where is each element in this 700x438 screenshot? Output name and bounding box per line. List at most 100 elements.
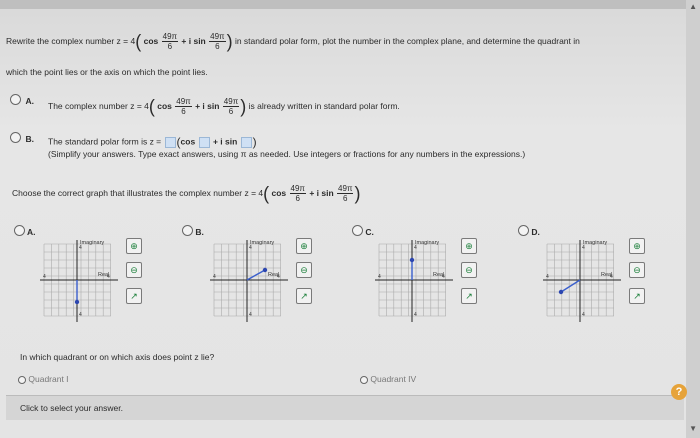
complex-plane-svg: 4 444ImaginaryReal — [40, 240, 118, 322]
option-a-radio[interactable] — [10, 94, 21, 106]
z-point — [409, 257, 415, 263]
paren-open: ( — [148, 96, 155, 117]
question-line-1: Rewrite the complex number z = 4( cos 49… — [6, 32, 580, 51]
tick-label: 4 — [79, 312, 82, 318]
imaginary-axis-label: Imaginary — [583, 240, 607, 246]
quadrant-option-b[interactable]: Quadrant IV — [360, 374, 416, 384]
paren-open: ( — [263, 183, 270, 204]
z-point — [558, 289, 564, 295]
sin-angle-input[interactable] — [240, 136, 252, 148]
paren-open: ( — [135, 31, 142, 52]
graph-question: Choose the correct graph that illustrate… — [12, 184, 360, 203]
scroll-down-icon[interactable]: ▼ — [689, 424, 697, 433]
graph-option-radio[interactable] — [14, 225, 25, 237]
open-new-window-icon[interactable]: ↗ — [629, 288, 645, 304]
tick-label: 4 — [582, 312, 585, 318]
option-b-radio[interactable] — [10, 132, 21, 144]
sin-label: + i sin — [181, 35, 206, 46]
option-a-prefix: The complex number z = 4 — [48, 100, 149, 111]
quadrant-option-a[interactable]: Quadrant I — [18, 374, 69, 384]
quadrant-b-radio[interactable] — [360, 375, 368, 384]
answer-prompt: Click to select your answer. — [20, 403, 123, 413]
tick-label: 4 — [213, 274, 216, 280]
zoom-out-icon[interactable]: ⊖ — [296, 262, 312, 278]
paren-close: ) — [226, 31, 233, 52]
option-b-letter: B. — [25, 134, 34, 144]
cos-label: cos — [143, 35, 159, 46]
graph-option-radio-group[interactable]: A. — [14, 222, 36, 240]
complex-plane-svg: 4 444ImaginaryReal — [210, 240, 288, 322]
modulus-input[interactable] — [164, 136, 176, 148]
angle-fraction: 49π 6 — [209, 32, 226, 51]
angle-fraction: 49π 6 — [222, 97, 240, 116]
graph-option-radio[interactable] — [352, 225, 363, 237]
option-b-prefix: The standard polar form is z = — [48, 136, 162, 147]
z-vector — [560, 279, 581, 293]
complex-plane-svg: 4 444ImaginaryReal — [543, 240, 621, 322]
option-a-suffix: is already written in standard polar for… — [248, 100, 400, 111]
top-bar — [0, 0, 700, 9]
quadrant-b-label: Quadrant IV — [370, 374, 417, 384]
complex-plane-graph[interactable]: 4 4 4 4 Imaginary Real — [375, 240, 453, 322]
imaginary-axis-label: Imaginary — [250, 240, 274, 246]
paren-close: ) — [252, 135, 257, 149]
imaginary-axis-label: Imaginary — [80, 240, 104, 246]
open-new-window-icon[interactable]: ↗ — [296, 288, 312, 304]
imaginary-axis-label: Imaginary — [415, 240, 439, 246]
open-new-window-icon[interactable]: ↗ — [461, 288, 477, 304]
sin-label: + i sin — [195, 100, 220, 111]
answer-panel[interactable]: Click to select your answer. — [6, 395, 684, 420]
graph-option-radio-group[interactable]: C. — [352, 222, 374, 240]
angle-fraction: 49π 6 — [337, 184, 354, 203]
option-b-radio-group[interactable]: B. — [10, 129, 34, 147]
zoom-out-icon[interactable]: ⊖ — [629, 262, 645, 278]
tick-label: 4 — [414, 312, 417, 318]
z-vector — [246, 269, 266, 281]
quadrant-a-radio[interactable] — [18, 375, 26, 384]
zoom-out-icon[interactable]: ⊖ — [461, 262, 477, 278]
quadrant-question: In which quadrant or on which axis does … — [20, 352, 215, 362]
option-b-note: (Simplify your answers. Type exact answe… — [48, 149, 526, 159]
cos-label: cos — [180, 136, 196, 147]
page-background — [0, 0, 686, 438]
cos-angle-input[interactable] — [198, 136, 210, 148]
quadrant-a-label: Quadrant I — [28, 374, 69, 384]
open-new-window-icon[interactable]: ↗ — [126, 288, 142, 304]
scroll-up-icon[interactable]: ▲ — [689, 2, 697, 11]
complex-plane-graph[interactable]: 4 4 4 4 Imaginary Real — [40, 240, 118, 322]
option-a-radio-group[interactable]: A. — [10, 91, 34, 109]
zoom-out-icon[interactable]: ⊖ — [126, 262, 142, 278]
graph-question-prefix: Choose the correct graph that illustrate… — [12, 187, 264, 198]
complex-plane-svg: 4 444ImaginaryReal — [375, 240, 453, 322]
option-a-text: The complex number z = 4( cos 49π 6 + i s… — [48, 97, 400, 116]
complex-plane-graph[interactable]: 4 4 4 4 Imaginary Real — [543, 240, 621, 322]
zoom-in-icon[interactable]: ⊕ — [629, 238, 645, 254]
sin-label: + i sin — [212, 136, 238, 147]
angle-fraction: 49π 6 — [289, 184, 306, 203]
tick-label: 4 — [43, 274, 46, 280]
real-axis-label: Real — [268, 272, 279, 278]
complex-plane-graph[interactable]: 4 4 4 4 Imaginary Real — [210, 240, 288, 322]
zoom-in-icon[interactable]: ⊕ — [126, 238, 142, 254]
graph-option-radio[interactable] — [182, 225, 193, 237]
graph-option-letter: A. — [25, 227, 36, 237]
angle-fraction: 49π 6 — [175, 97, 192, 116]
help-button[interactable]: ? — [671, 384, 687, 400]
z-point — [74, 299, 80, 305]
sin-label: + i sin — [309, 187, 334, 198]
option-a-letter: A. — [25, 96, 34, 106]
zoom-in-icon[interactable]: ⊕ — [296, 238, 312, 254]
tick-label: 4 — [378, 274, 381, 280]
graph-option-radio-group[interactable]: B. — [182, 222, 204, 240]
question-line-2: which the point lies or the axis on whic… — [6, 67, 208, 77]
z-point — [262, 267, 268, 273]
paren-close: ) — [354, 183, 361, 204]
cos-label: cos — [271, 187, 287, 198]
graph-option-radio-group[interactable]: D. — [518, 222, 540, 240]
cos-label: cos — [157, 100, 172, 111]
real-axis-label: Real — [98, 272, 109, 278]
right-scroll-strip[interactable] — [686, 0, 700, 438]
graph-option-radio[interactable] — [518, 225, 529, 237]
paren-close: ) — [240, 96, 247, 117]
zoom-in-icon[interactable]: ⊕ — [461, 238, 477, 254]
